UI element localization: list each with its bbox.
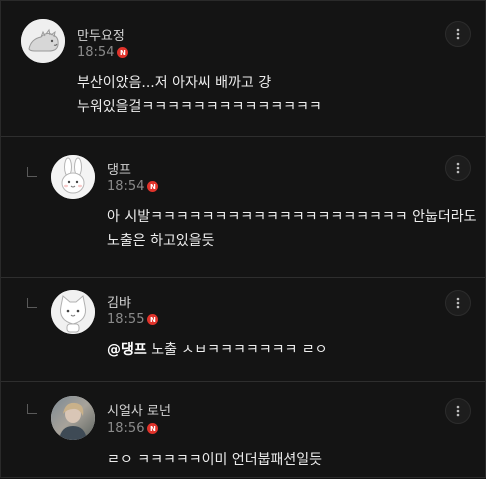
comment-body: ㄹㅇ ㅋㅋㅋㅋㅋ이미 언더붑패션일듯: [107, 448, 322, 472]
comment-body: 아 시발ㅋㅋㅋㅋㅋㅋㅋㅋㅋㅋㅋㅋㅋㅋㅋㅋㅋㅋㅋㅋ 안눕더라도 노출은 하고있을듯: [107, 205, 477, 253]
comment-body: @댕프 노출 ㅅㅂㅋㅋㅋㅋㅋㅋㅋ ㄹㅇ: [107, 338, 328, 362]
new-badge-icon: N: [117, 47, 129, 58]
comment-line: 노출 ㅅㅂㅋㅋㅋㅋㅋㅋㅋ ㄹㅇ: [146, 342, 328, 358]
more-options-button[interactable]: [445, 398, 471, 424]
comment-meta: 18:56 N: [107, 421, 159, 436]
vertical-dots-icon: [456, 28, 460, 40]
comment-time: 18:56: [107, 421, 145, 436]
new-badge-icon: N: [147, 181, 159, 192]
comment-line: 누워있을걸ㅋㅋㅋㅋㅋㅋㅋㅋㅋㅋㅋㅋㅋㅋ: [77, 99, 322, 115]
avatar[interactable]: [21, 19, 65, 63]
more-options-button[interactable]: [445, 155, 471, 181]
comment-line: ㄹㅇ ㅋㅋㅋㅋㅋ이미 언더붑패션일듯: [107, 452, 322, 468]
comment-author[interactable]: 만두요정: [77, 25, 125, 44]
comment-line: 부산이았음...저 아자씨 배까고 걍: [77, 75, 272, 91]
reply-arrow-icon: [27, 298, 37, 308]
cat-icon: [51, 290, 95, 334]
vertical-dots-icon: [456, 297, 460, 309]
bunny-icon: [51, 155, 95, 199]
reply-arrow-icon: [27, 404, 37, 414]
vertical-dots-icon: [456, 162, 460, 174]
comment-author[interactable]: 김뱌: [107, 292, 131, 311]
avatar[interactable]: [51, 396, 95, 440]
comment-meta: 18:54 N: [77, 45, 129, 60]
comment-time: 18:55: [107, 312, 145, 327]
reply-item: 댕프 18:54 N 아 시발ㅋㅋㅋㅋㅋㅋㅋㅋㅋㅋㅋㅋㅋㅋㅋㅋㅋㅋㅋㅋ 안눕더라…: [1, 137, 485, 277]
new-badge-icon: N: [147, 423, 159, 434]
comment-item: 만두요정 18:54 N 부산이았음...저 아자씨 배까고 걍 누워있을걸ㅋㅋ…: [1, 1, 485, 136]
comment-meta: 18:54 N: [107, 179, 159, 194]
mention-link[interactable]: @댕프: [107, 342, 147, 358]
comment-time: 18:54: [107, 179, 145, 194]
comment-author[interactable]: 시얼사 로넌: [107, 400, 171, 419]
reply-item: 김뱌 18:55 N @댕프 노출 ㅅㅂㅋㅋㅋㅋㅋㅋㅋ ㄹㅇ: [1, 278, 485, 381]
reply-arrow-icon: [27, 167, 37, 177]
photo-avatar-icon: [51, 396, 95, 440]
comment-author[interactable]: 댕프: [107, 159, 131, 178]
reply-item: 시얼사 로넌 18:56 N ㄹㅇ ㅋㅋㅋㅋㅋ이미 언더붑패션일듯: [1, 382, 485, 479]
avatar[interactable]: [51, 290, 95, 334]
comment-body: 부산이았음...저 아자씨 배까고 걍 누워있을걸ㅋㅋㅋㅋㅋㅋㅋㅋㅋㅋㅋㅋㅋㅋ: [77, 71, 322, 119]
comment-line: 노출은 하고있을듯: [107, 233, 215, 249]
vertical-dots-icon: [456, 405, 460, 417]
avatar[interactable]: [51, 155, 95, 199]
comment-line: 아 시발ㅋㅋㅋㅋㅋㅋㅋㅋㅋㅋㅋㅋㅋㅋㅋㅋㅋㅋㅋㅋ 안눕더라도: [107, 209, 477, 225]
comment-meta: 18:55 N: [107, 312, 159, 327]
new-badge-icon: N: [147, 314, 159, 325]
comment-list: 만두요정 18:54 N 부산이았음...저 아자씨 배까고 걍 누워있을걸ㅋㅋ…: [0, 0, 486, 478]
dinosaur-icon: [21, 19, 65, 63]
comment-time: 18:54: [77, 45, 115, 60]
more-options-button[interactable]: [445, 21, 471, 47]
more-options-button[interactable]: [445, 290, 471, 316]
